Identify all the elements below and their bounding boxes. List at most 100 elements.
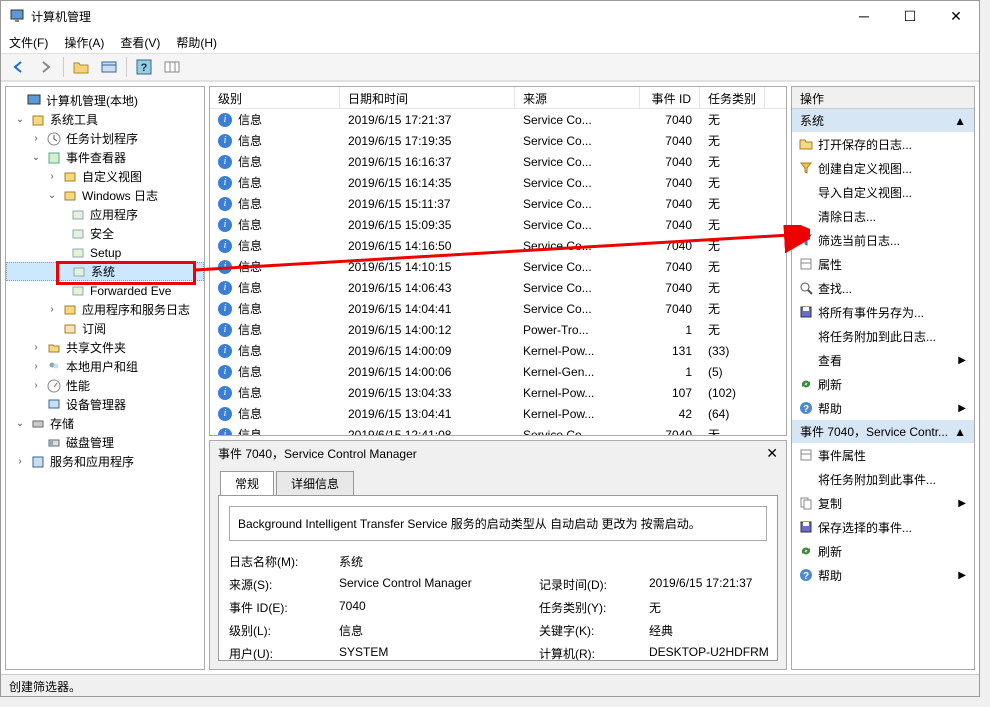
event-description: Background Intelligent Transfer Service … (229, 506, 767, 541)
event-row[interactable]: i信息2019/6/15 17:19:35Service Co...7040无 (210, 130, 786, 151)
columns-button[interactable] (161, 56, 183, 78)
action-item[interactable]: 筛选当前日志... (792, 228, 974, 252)
event-properties: 日志名称(M): 系统 来源(S): Service Control Manag… (229, 553, 767, 661)
action-item[interactable]: ?帮助▶ (792, 563, 974, 587)
detail-title: 事件 7040，Service Control Manager (218, 445, 417, 462)
action-item[interactable]: 刷新 (792, 372, 974, 396)
tree-forwarded[interactable]: Forwarded Eve (6, 281, 204, 300)
event-row[interactable]: i信息2019/6/15 14:16:50Service Co...7040无 (210, 235, 786, 256)
action-item[interactable]: 清除日志... (792, 204, 974, 228)
menu-action[interactable]: 操作(A) (64, 34, 104, 51)
event-row[interactable]: i信息2019/6/15 14:00:06Kernel-Gen...1(5) (210, 361, 786, 382)
collapse-icon: ▲ (954, 425, 966, 439)
tree-system-tools[interactable]: ⌄系统工具 (6, 110, 204, 129)
tree-system-log[interactable]: 系统 (6, 262, 204, 281)
close-button[interactable]: ✕ (933, 1, 979, 31)
info-icon: i (218, 386, 232, 400)
label-level: 级别(L): (229, 622, 339, 639)
list-header: 级别 日期和时间 来源 事件 ID 任务类别 (210, 87, 786, 109)
menu-file[interactable]: 文件(F) (9, 34, 48, 51)
event-row[interactable]: i信息2019/6/15 14:00:09Kernel-Pow...131(33… (210, 340, 786, 361)
tree-event-viewer[interactable]: ⌄事件查看器 (6, 148, 204, 167)
header-date[interactable]: 日期和时间 (340, 87, 515, 108)
tree-panel[interactable]: 计算机管理(本地) ⌄系统工具 ›任务计划程序 ⌄事件查看器 ›自定义视图 ⌄W… (5, 86, 205, 670)
action-item[interactable]: 导入自定义视图... (792, 180, 974, 204)
folder-button[interactable] (70, 56, 92, 78)
tree-application[interactable]: 应用程序 (6, 205, 204, 224)
info-icon: i (218, 134, 232, 148)
event-row[interactable]: i信息2019/6/15 16:14:35Service Co...7040无 (210, 172, 786, 193)
action-item[interactable]: 保存选择的事件... (792, 515, 974, 539)
event-row[interactable]: i信息2019/6/15 13:04:33Kernel-Pow...107(10… (210, 382, 786, 403)
copy-icon (798, 495, 814, 511)
action-item[interactable]: ?帮助▶ (792, 396, 974, 420)
label-computer: 计算机(R): (539, 645, 649, 661)
tree-device-manager[interactable]: 设备管理器 (6, 395, 204, 414)
info-icon: i (218, 176, 232, 190)
forward-button[interactable] (35, 56, 57, 78)
header-id[interactable]: 事件 ID (640, 87, 700, 108)
menu-help[interactable]: 帮助(H) (176, 34, 217, 51)
tree-security[interactable]: 安全 (6, 224, 204, 243)
event-row[interactable]: i信息2019/6/15 14:00:12Power-Tro...1无 (210, 319, 786, 340)
action-item[interactable]: 事件属性 (792, 443, 974, 467)
back-button[interactable] (7, 56, 29, 78)
event-row[interactable]: i信息2019/6/15 12:41:08Service Co...7040无 (210, 424, 786, 435)
event-row[interactable]: i信息2019/6/15 14:06:43Service Co...7040无 (210, 277, 786, 298)
info-icon: i (218, 155, 232, 169)
event-row[interactable]: i信息2019/6/15 15:11:37Service Co...7040无 (210, 193, 786, 214)
tree-setup[interactable]: Setup (6, 243, 204, 262)
folder-open-icon (798, 136, 814, 152)
actions-group-header[interactable]: 系统▲ (792, 109, 974, 132)
show-hide-button[interactable] (98, 56, 120, 78)
tree-performance[interactable]: ›性能 (6, 376, 204, 395)
label-event-id: 事件 ID(E): (229, 599, 339, 616)
tree-task-scheduler[interactable]: ›任务计划程序 (6, 129, 204, 148)
tab-general[interactable]: 常规 (220, 471, 274, 495)
main-content: 计算机管理(本地) ⌄系统工具 ›任务计划程序 ⌄事件查看器 ›自定义视图 ⌄W… (1, 81, 979, 674)
header-level[interactable]: 级别 (210, 87, 340, 108)
detail-body: Background Intelligent Transfer Service … (218, 495, 778, 661)
maximize-button[interactable]: ☐ (887, 1, 933, 31)
event-row[interactable]: i信息2019/6/15 14:10:15Service Co...7040无 (210, 256, 786, 277)
refresh-icon (798, 376, 814, 392)
menu-view[interactable]: 查看(V) (120, 34, 160, 51)
action-item[interactable]: 查看▶ (792, 348, 974, 372)
event-row[interactable]: i信息2019/6/15 13:04:41Kernel-Pow...42(64) (210, 403, 786, 424)
tree-storage[interactable]: ⌄存储 (6, 414, 204, 433)
tree-custom-views[interactable]: ›自定义视图 (6, 167, 204, 186)
label-user: 用户(U): (229, 645, 339, 661)
action-item[interactable]: 将任务附加到此日志... (792, 324, 974, 348)
action-item[interactable]: 创建自定义视图... (792, 156, 974, 180)
header-category[interactable]: 任务类别 (700, 87, 765, 108)
action-item[interactable]: 刷新 (792, 539, 974, 563)
minimize-button[interactable]: ─ (841, 1, 887, 31)
actions-group-header[interactable]: 事件 7040，Service Contr...▲ (792, 420, 974, 443)
action-item[interactable]: 将任务附加到此事件... (792, 467, 974, 491)
tree-disk-management[interactable]: 磁盘管理 (6, 433, 204, 452)
tree-local-users[interactable]: ›本地用户和组 (6, 357, 204, 376)
action-item[interactable]: 将所有事件另存为... (792, 300, 974, 324)
tab-details[interactable]: 详细信息 (276, 471, 354, 495)
event-row[interactable]: i信息2019/6/15 14:04:41Service Co...7040无 (210, 298, 786, 319)
filter-create-icon (798, 160, 814, 176)
help-button[interactable]: ? (133, 56, 155, 78)
tree-subscriptions[interactable]: 订阅 (6, 319, 204, 338)
tree-root[interactable]: 计算机管理(本地) (6, 91, 204, 110)
value-level: 信息 (339, 622, 539, 639)
event-row[interactable]: i信息2019/6/15 15:09:35Service Co...7040无 (210, 214, 786, 235)
action-item[interactable]: 属性 (792, 252, 974, 276)
event-row[interactable]: i信息2019/6/15 16:16:37Service Co...7040无 (210, 151, 786, 172)
blank-icon (798, 328, 814, 344)
tree-app-service-logs[interactable]: ›应用程序和服务日志 (6, 300, 204, 319)
tree-services-apps[interactable]: ›服务和应用程序 (6, 452, 204, 471)
action-item[interactable]: 查找... (792, 276, 974, 300)
tree-windows-logs[interactable]: ⌄Windows 日志 (6, 186, 204, 205)
header-source[interactable]: 来源 (515, 87, 640, 108)
event-row[interactable]: i信息2019/6/15 17:21:37Service Co...7040无 (210, 109, 786, 130)
detail-close-button[interactable]: ✕ (766, 445, 778, 462)
list-body[interactable]: i信息2019/6/15 17:21:37Service Co...7040无i… (210, 109, 786, 435)
tree-shared-folders[interactable]: ›共享文件夹 (6, 338, 204, 357)
action-item[interactable]: 打开保存的日志... (792, 132, 974, 156)
action-item[interactable]: 复制▶ (792, 491, 974, 515)
